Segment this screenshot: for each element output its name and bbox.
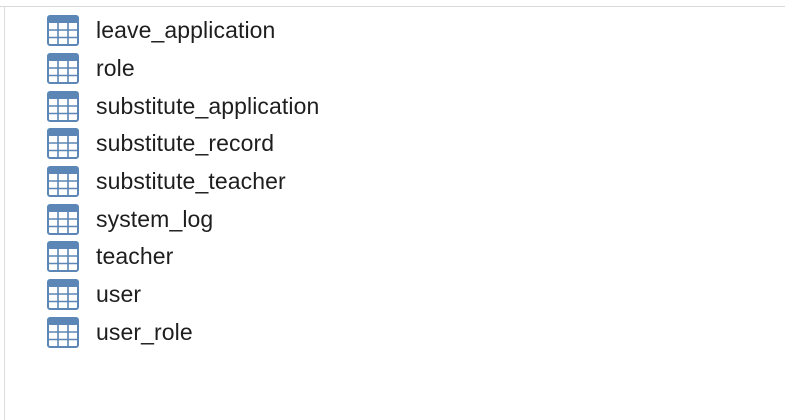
table-name-label: system_log <box>96 205 214 232</box>
table-list-item-teacher[interactable]: teacher <box>47 238 319 276</box>
table-name-label: substitute_record <box>96 130 275 157</box>
table-grid-icon <box>47 166 79 198</box>
table-list-item-system-log[interactable]: system_log <box>47 200 319 238</box>
table-list-item-user-role[interactable]: user_role <box>47 314 319 352</box>
table-grid-icon <box>47 15 79 47</box>
table-list-item-substitute-teacher[interactable]: substitute_teacher <box>47 163 319 201</box>
table-name-label: role <box>96 55 135 82</box>
table-name-label: substitute_teacher <box>96 168 286 195</box>
table-name-label: leave_application <box>96 17 276 44</box>
table-name-label: teacher <box>96 243 174 270</box>
left-divider <box>4 6 5 420</box>
table-list-item-substitute-application[interactable]: substitute_application <box>47 87 319 125</box>
table-list-item-substitute-record[interactable]: substitute_record <box>47 125 319 163</box>
table-list-item-user[interactable]: user <box>47 276 319 314</box>
table-list-item-role[interactable]: role <box>47 50 319 88</box>
table-grid-icon <box>47 316 79 348</box>
table-grid-icon <box>47 90 79 122</box>
table-grid-icon <box>47 128 79 160</box>
table-grid-icon <box>47 279 79 311</box>
table-name-label: user_role <box>96 318 193 345</box>
table-name-label: substitute_application <box>96 92 320 119</box>
table-list: leave_application role substitute_applic… <box>47 12 319 351</box>
table-grid-icon <box>47 241 79 273</box>
table-name-label: user <box>96 281 142 308</box>
top-divider <box>0 6 785 7</box>
table-grid-icon <box>47 203 79 235</box>
table-grid-icon <box>47 53 79 85</box>
table-browser-panel: leave_application role substitute_applic… <box>0 0 785 420</box>
table-list-item-leave-application[interactable]: leave_application <box>47 12 319 50</box>
